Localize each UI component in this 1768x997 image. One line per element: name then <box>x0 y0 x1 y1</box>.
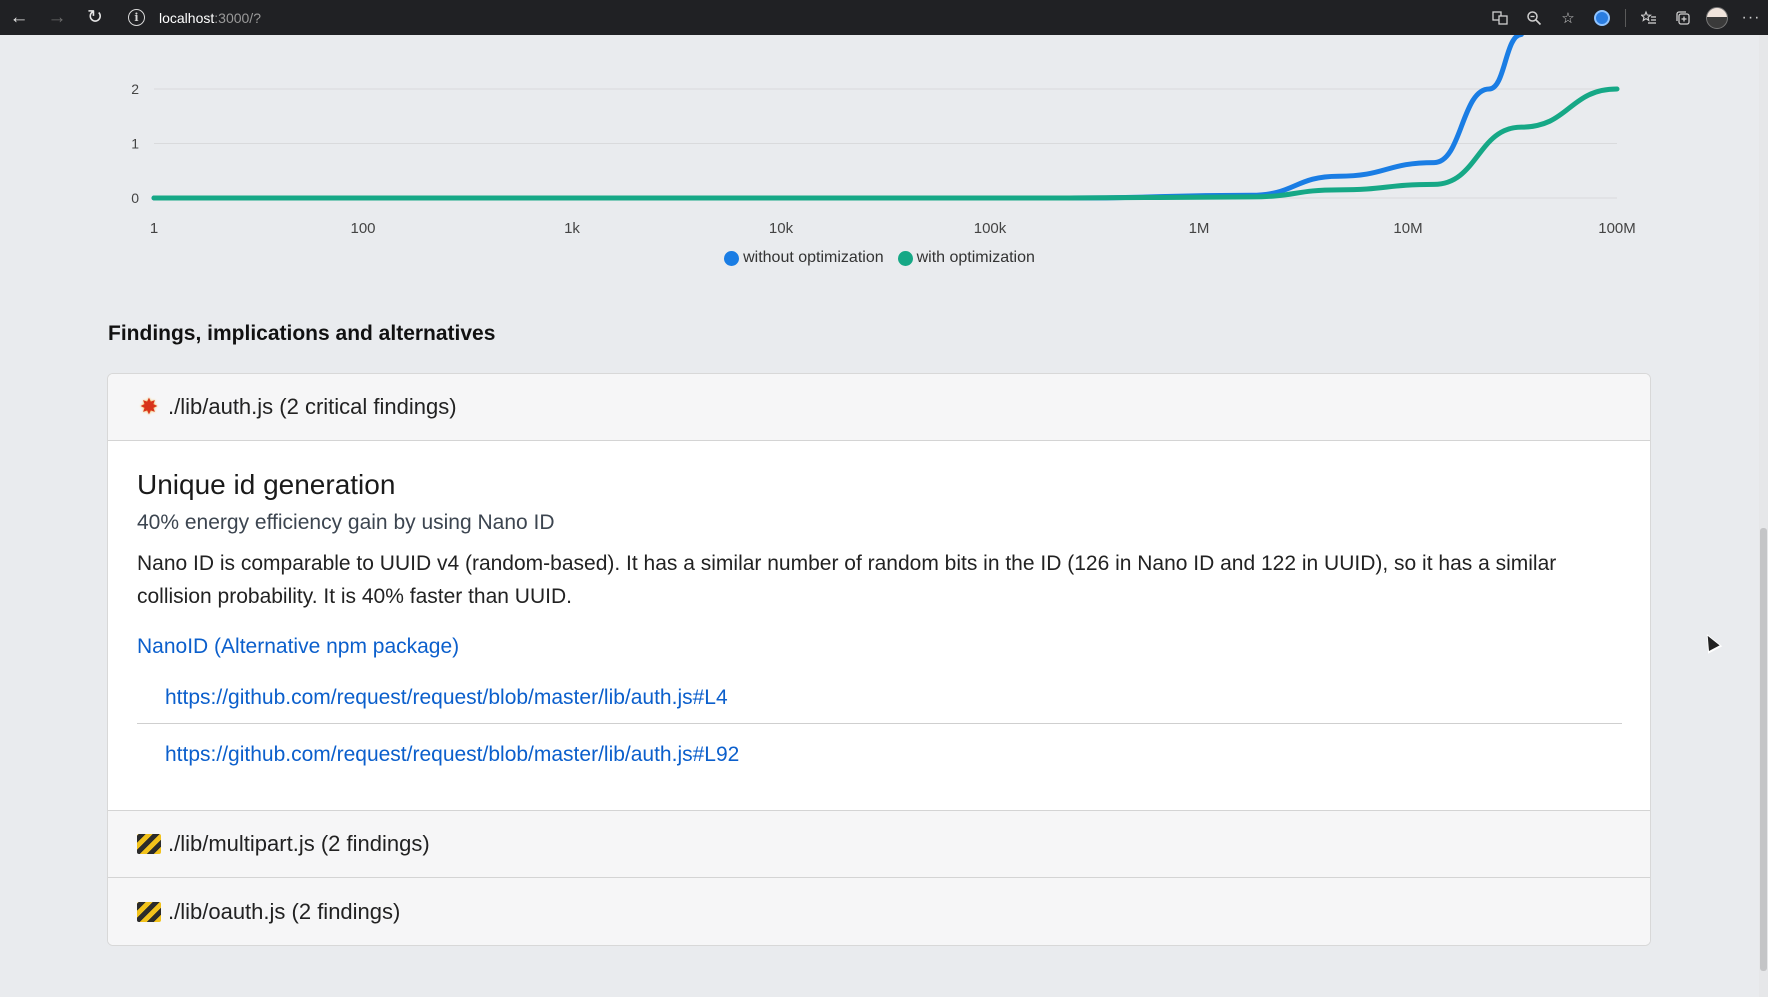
star-icon[interactable]: ☆ <box>1551 0 1585 35</box>
reference-link[interactable]: https://github.com/request/request/blob/… <box>165 743 739 766</box>
alternative-package-link[interactable]: NanoID (Alternative npm package) <box>137 635 459 659</box>
accordion-header-label: ./lib/auth.js (2 critical findings) <box>168 394 457 419</box>
accordion-header-multipart[interactable]: ./lib/multipart.js (2 findings) <box>108 811 1650 878</box>
back-arrow-icon: ← <box>9 6 29 28</box>
back-button[interactable]: ← <box>0 0 38 35</box>
reload-icon: ↻ <box>87 7 103 28</box>
section-title: Findings, implications and alternatives <box>108 322 496 345</box>
y-tick-label: 0 <box>131 190 139 206</box>
finding-description: Nano ID is comparable to UUID v4 (random… <box>137 552 1557 608</box>
list-item: https://github.com/request/request/blob/… <box>137 723 1622 780</box>
x-tick-label: 100k <box>974 220 1007 237</box>
accordion-header-label: ./lib/multipart.js (2 findings) <box>168 831 430 856</box>
profile-icon[interactable] <box>1700 0 1734 35</box>
list-item: https://github.com/request/request/blob/… <box>137 675 1622 723</box>
zoom-icon[interactable] <box>1517 0 1551 35</box>
page-scrollbar[interactable] <box>1759 35 1768 997</box>
extension-icon[interactable] <box>1585 0 1619 35</box>
y-tick-label: 1 <box>131 136 139 152</box>
x-tick-label: 10M <box>1393 220 1422 237</box>
forward-arrow-icon: → <box>47 6 67 28</box>
reload-button[interactable]: ↻ <box>76 0 114 35</box>
x-tick-label: 100M <box>1598 220 1636 237</box>
accordion-header-oauth[interactable]: ./lib/oauth.js (2 findings) <box>108 878 1650 945</box>
construction-icon <box>136 901 162 922</box>
accordion-header-label: ./lib/oauth.js (2 findings) <box>168 898 401 924</box>
y-tick-label: 2 <box>131 81 139 97</box>
more-icon[interactable]: ··· <box>1734 0 1768 35</box>
url-host: localhost <box>159 9 215 26</box>
forward-button[interactable]: → <box>38 0 76 35</box>
construction-icon <box>136 834 162 854</box>
toolbar-divider <box>1625 8 1626 27</box>
finding-title: Unique id generation <box>137 469 396 500</box>
x-tick-label: 100 <box>350 220 375 237</box>
scrollbar-thumb[interactable] <box>1760 528 1767 971</box>
chart-legend: without optimization with optimization <box>0 249 1759 267</box>
accordion-body-auth: Unique id generation 40% energy efficien… <box>108 441 1650 811</box>
site-info-icon[interactable]: i <box>128 9 145 26</box>
accordion-header-auth[interactable]: ✸ ./lib/auth.js (2 critical findings) <box>108 374 1650 441</box>
favorites-icon[interactable] <box>1632 0 1666 35</box>
findings-accordion: ✸ ./lib/auth.js (2 critical findings) Un… <box>107 373 1651 946</box>
legend-marker-icon <box>897 250 913 266</box>
legend-label: with optimization <box>916 249 1035 266</box>
translate-icon[interactable] <box>1483 0 1517 35</box>
address-bar[interactable]: i localhost:3000/? <box>128 0 261 35</box>
reference-list: https://github.com/request/request/blob/… <box>137 675 1622 780</box>
x-tick-label: 1k <box>564 220 580 237</box>
legend-item-without-optimization[interactable]: without optimization <box>724 249 884 267</box>
x-tick-label: 1 <box>150 220 158 237</box>
legend-item-with-optimization[interactable]: with optimization <box>897 249 1035 267</box>
url-path: :3000/? <box>214 9 261 26</box>
collision-icon: ✸ <box>139 394 159 419</box>
x-tick-label: 10k <box>769 220 794 237</box>
reference-link[interactable]: https://github.com/request/request/blob/… <box>165 686 728 709</box>
series-line-without-optimization <box>151 35 1524 201</box>
mouse-cursor-icon <box>1699 630 1723 654</box>
collections-icon[interactable] <box>1666 0 1700 35</box>
finding-subtitle: 40% energy efficiency gain by using Nano… <box>137 511 555 534</box>
legend-marker-icon <box>724 250 740 266</box>
x-tick-label: 1M <box>1189 220 1210 237</box>
browser-toolbar: ← → ↻ i localhost:3000/? ☆ ··· <box>0 0 1768 35</box>
legend-label: without optimization <box>743 249 884 266</box>
